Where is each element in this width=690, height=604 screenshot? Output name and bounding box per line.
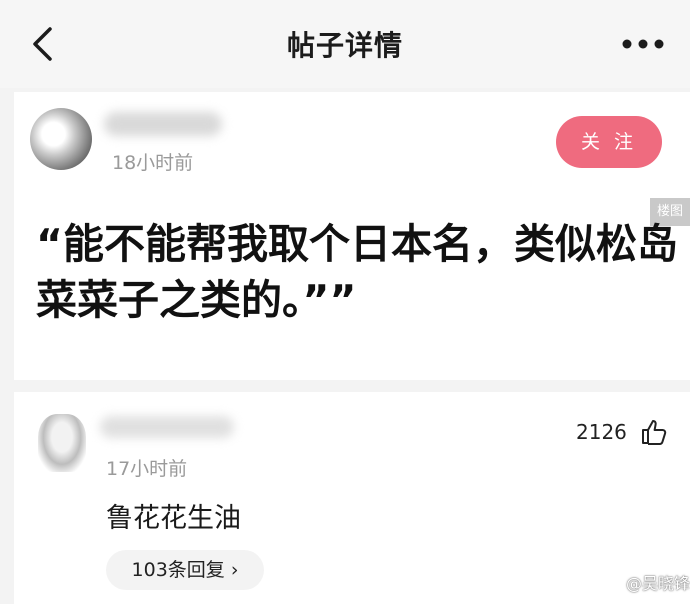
comment-text: 鲁花花生油 [106,503,241,534]
watermark-text: @吴晓锋 [626,574,690,593]
comment-timestamp: 17小时前 [106,458,188,480]
view-replies-button[interactable]: 103条回复 › [106,550,264,590]
post-timestamp: 18小时前 [112,152,194,174]
author-name-redacted[interactable] [104,112,222,136]
follow-button[interactable]: 关 注 [556,116,662,168]
author-avatar[interactable] [30,108,92,170]
weibo-icon [596,574,621,592]
like-count: 2126 [576,420,627,444]
post-card: 18小时前 关 注 楼图 “能不能帮我取个日本名，类似松岛菜菜子之类的。”” [14,92,690,380]
post-content: “能不能帮我取个日本名，类似松岛菜菜子之类的。”” [36,220,678,324]
weibo-watermark: @吴晓锋 [596,570,690,594]
comment-item: 17小时前 2126 鲁花花生油 103条回复 › [14,392,690,604]
commenter-name-redacted[interactable] [100,416,234,438]
top-nav-bar: 帖子详情 [0,0,690,88]
thumbs-up-icon[interactable] [640,418,668,446]
more-horizontal-icon[interactable] [620,36,666,52]
page-title: 帖子详情 [286,29,403,62]
commenter-avatar[interactable] [38,414,86,472]
